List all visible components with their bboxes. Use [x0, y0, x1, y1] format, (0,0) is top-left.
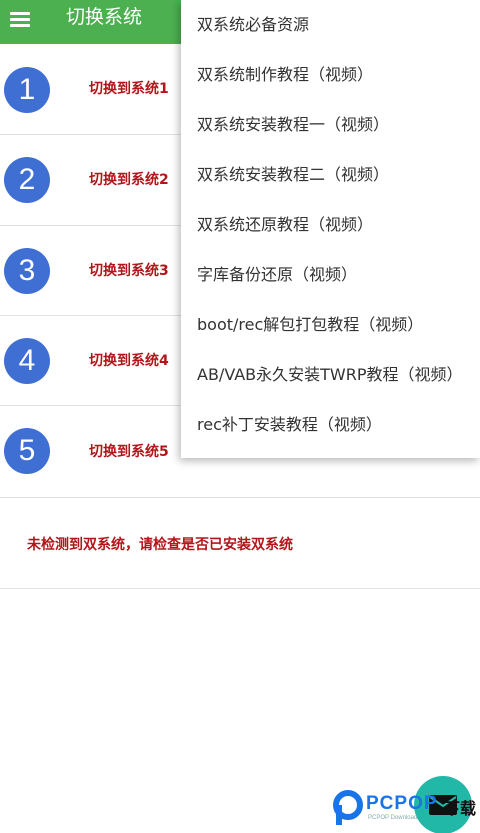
pcpop-logo-icon: [333, 790, 363, 825]
watermark: PCPOP 下载 PCPOP Download: [332, 789, 480, 829]
status-message: 未检测到双系统，请检查是否已安装双系统: [27, 537, 293, 553]
watermark-suffix: 下载: [444, 799, 477, 818]
watermark-text: PCPOP: [366, 793, 438, 814]
status-panel: 未检测到双系统，请检查是否已安装双系统: [0, 497, 480, 589]
system-number-1[interactable]: 1: [4, 67, 50, 113]
switch-system-4-label[interactable]: 切换到系统4: [89, 352, 169, 370]
system-number-4[interactable]: 4: [4, 338, 50, 384]
switch-system-5-label[interactable]: 切换到系统5: [89, 443, 169, 461]
menu-item-twrp-tutorial[interactable]: AB/VAB永久安装TWRP教程（视频）: [197, 360, 463, 390]
system-number-2[interactable]: 2: [4, 157, 50, 203]
menu-item-restore-tutorial[interactable]: 双系统还原教程（视频）: [197, 210, 373, 240]
menu-item-rec-patch-tutorial[interactable]: rec补丁安装教程（视频）: [197, 410, 382, 440]
menu-item-make-tutorial[interactable]: 双系统制作教程（视频）: [197, 60, 373, 90]
menu-item-font-backup[interactable]: 字库备份还原（视频）: [197, 260, 357, 290]
overflow-menu: 双系统必备资源 双系统制作教程（视频） 双系统安装教程一（视频） 双系统安装教程…: [181, 0, 480, 458]
system-number-5[interactable]: 5: [4, 428, 50, 474]
app-screen: 切换系统 1 切换到系统1 2 切换到系统2 3 切换到系统3 4 切换到系统4…: [0, 0, 480, 833]
system-number-3[interactable]: 3: [4, 248, 50, 294]
menu-item-install-tutorial-1[interactable]: 双系统安装教程一（视频）: [197, 110, 389, 140]
switch-system-1-label[interactable]: 切换到系统1: [89, 80, 169, 98]
menu-item-boot-rec-tutorial[interactable]: boot/rec解包打包教程（视频）: [197, 310, 423, 340]
menu-item-resources[interactable]: 双系统必备资源: [197, 10, 309, 40]
menu-item-install-tutorial-2[interactable]: 双系统安装教程二（视频）: [197, 160, 389, 190]
switch-system-2-label[interactable]: 切换到系统2: [89, 171, 169, 189]
switch-system-3-label[interactable]: 切换到系统3: [89, 262, 169, 280]
watermark-subtext: PCPOP Download: [368, 815, 418, 821]
